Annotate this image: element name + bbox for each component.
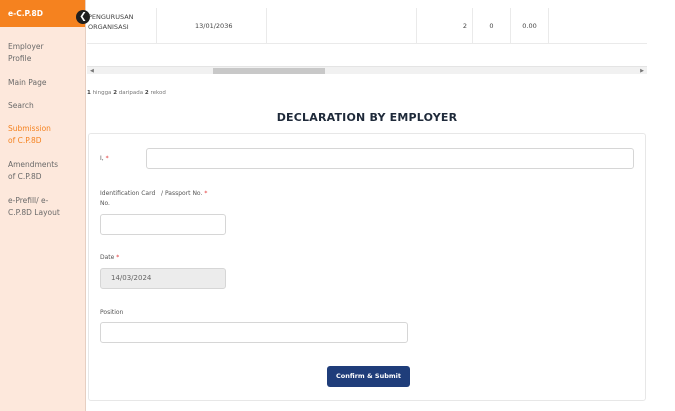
sidebar-item-label: Main Page <box>8 78 47 87</box>
sidebar-item-label: of C.P.8D <box>8 136 42 145</box>
chevron-left-icon: ❮ <box>79 12 87 22</box>
record-text: daripada <box>117 90 145 96</box>
table-cell-count-b: 0 <box>473 8 511 44</box>
sidebar-header: e-C.P.8D <box>0 0 85 27</box>
label-text: Date <box>100 254 117 261</box>
sidebar-item-search[interactable]: Search <box>0 100 40 112</box>
record-text: hingga <box>90 90 114 96</box>
table-cell-count-a: 2 <box>417 8 473 44</box>
position-label: Position <box>100 309 124 316</box>
id-label: Identification Card / Passport No. * <box>100 190 207 197</box>
id-number-input[interactable] <box>100 214 226 235</box>
sidebar-item-label: Employer <box>8 42 44 51</box>
declaration-form: I, * Identification Card / Passport No. … <box>88 133 646 401</box>
sidebar-item-main-page[interactable]: Main Page <box>0 77 52 89</box>
sidebar-item-submission[interactable]: Submission of C.P.8D <box>0 123 57 147</box>
name-input[interactable] <box>146 148 634 169</box>
required-mark: * <box>116 254 120 261</box>
table-cell-name: PENGURUSAN ORGANISASI <box>87 8 157 44</box>
scroll-right-icon[interactable]: ▶ <box>640 67 644 75</box>
main-content: PENGURUSAN ORGANISASI 13/01/2036 2 0 0.0… <box>87 0 675 411</box>
table-row: PENGURUSAN ORGANISASI 13/01/2036 2 0 0.0… <box>87 8 647 44</box>
table-cell-empty <box>267 8 417 44</box>
confirm-submit-button[interactable]: Confirm & Submit <box>327 366 410 387</box>
horizontal-scrollbar[interactable]: ◀ ▶ <box>87 66 647 74</box>
sidebar-item-label: Profile <box>8 54 32 63</box>
table-cell-amount: 0.00 <box>511 8 549 44</box>
cell-text: ORGANISASI <box>88 23 129 31</box>
i-label: I, * <box>100 155 109 162</box>
label-text: / Passport No. <box>161 190 205 197</box>
collapse-sidebar-button[interactable]: ❮ <box>76 10 90 24</box>
id-label-no: No. <box>100 200 110 207</box>
sidebar-item-label: Search <box>8 101 34 110</box>
sidebar-item-label: of C.P.8D <box>8 172 42 181</box>
scroll-left-icon[interactable]: ◀ <box>90 67 94 75</box>
required-mark: * <box>204 190 208 197</box>
table-cell-date: 13/01/2036 <box>157 8 267 44</box>
cell-text: PENGURUSAN <box>88 13 134 21</box>
scrollbar-thumb[interactable] <box>213 68 325 74</box>
label-text: Identification Card <box>100 190 156 197</box>
required-mark: * <box>105 155 109 162</box>
sidebar-item-label: e-Prefill/ e- <box>8 196 49 205</box>
pagination-info: 1 hingga 2 daripada 2 rekod <box>87 90 166 96</box>
date-input[interactable]: 14/03/2024 <box>100 268 226 289</box>
sidebar-item-label: C.P.8D Layout <box>8 208 60 217</box>
sidebar: e-C.P.8D Employer Profile Main Page Sear… <box>0 0 86 411</box>
sidebar-item-eprefill[interactable]: e-Prefill/ e- C.P.8D Layout <box>0 195 66 219</box>
sidebar-item-employer-profile[interactable]: Employer Profile <box>0 41 50 65</box>
position-input[interactable] <box>100 322 408 343</box>
sidebar-item-label: Submission <box>8 124 51 133</box>
record-text: rekod <box>148 90 166 96</box>
sidebar-item-label: Amendments <box>8 160 59 169</box>
table-cell-empty <box>549 8 647 44</box>
page-title: DECLARATION BY EMPLOYER <box>276 111 458 124</box>
sidebar-item-amendments[interactable]: Amendments of C.P.8D <box>0 159 64 183</box>
date-label: Date * <box>100 254 119 261</box>
